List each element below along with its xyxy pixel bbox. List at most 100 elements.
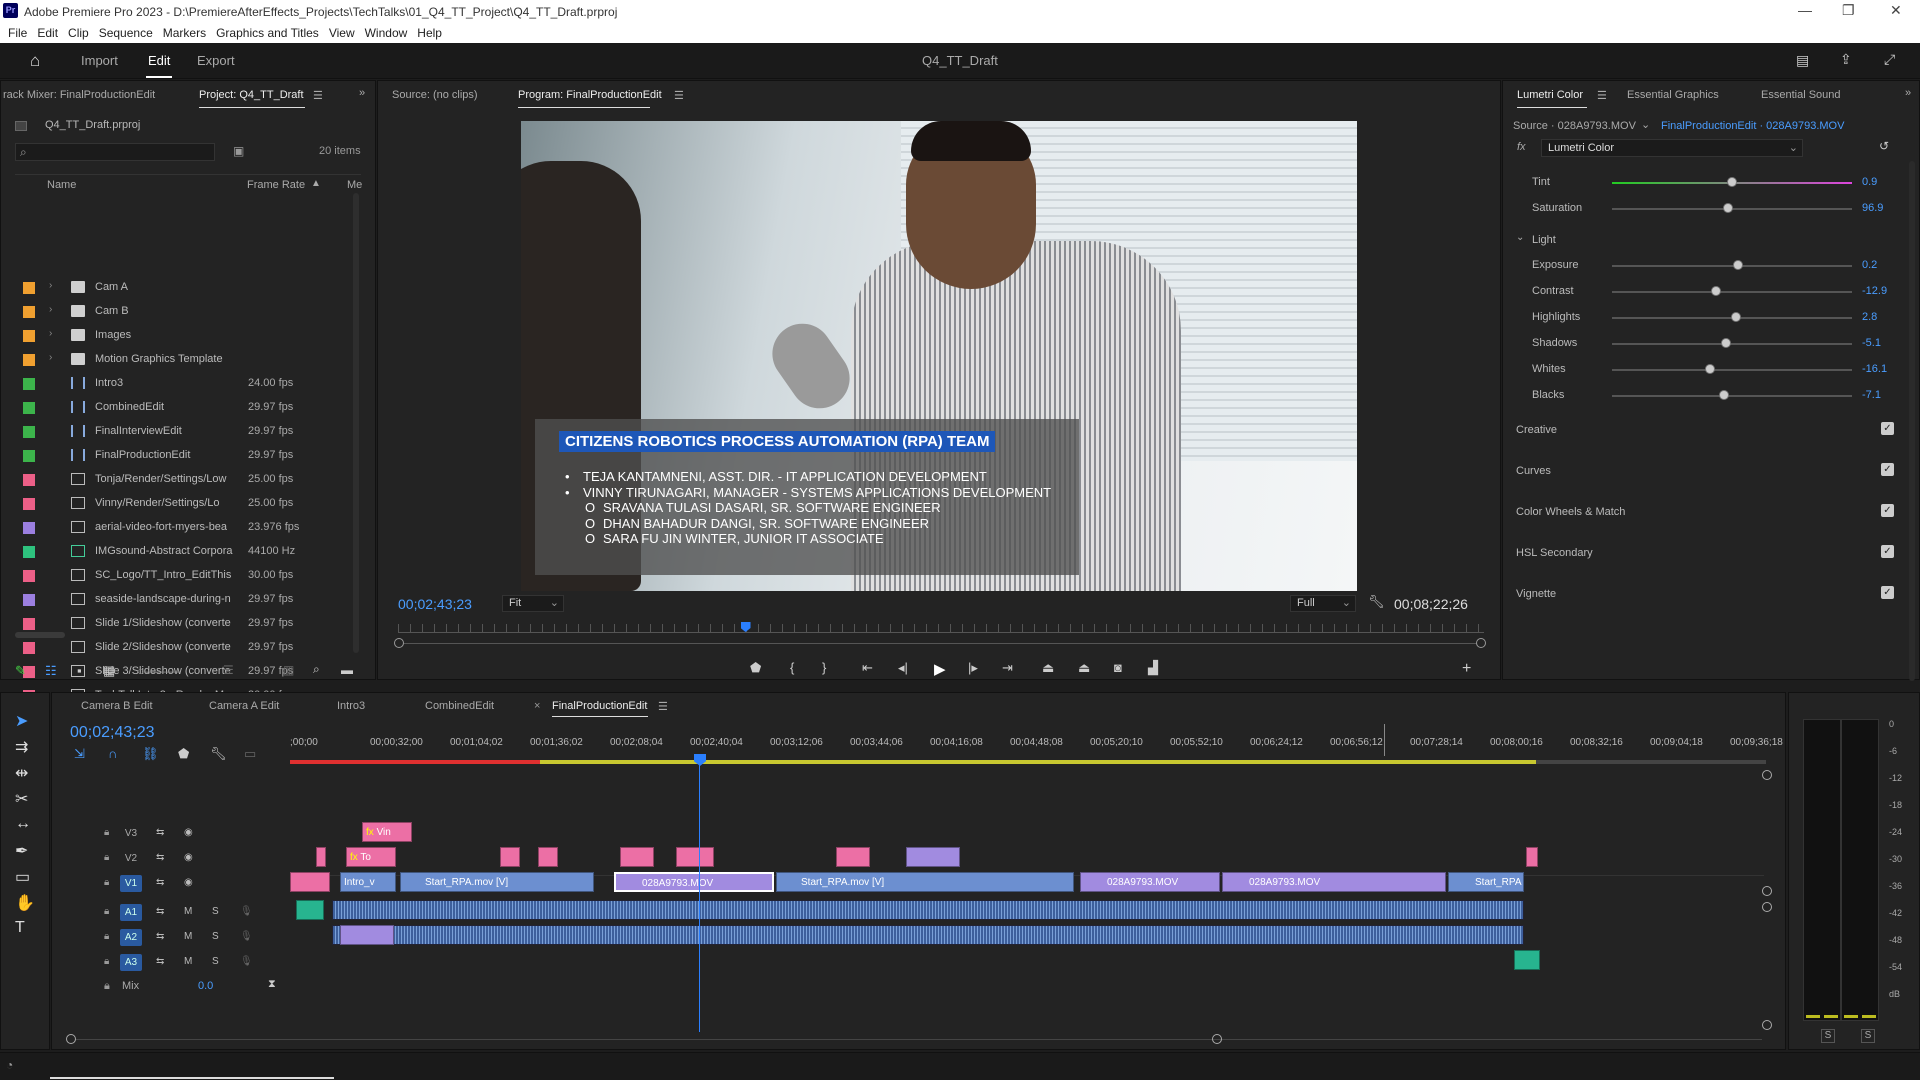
column-media[interactable]: Me <box>347 179 362 191</box>
lock-icon[interactable]: 🔒︎ <box>104 931 109 942</box>
label-color-swatch[interactable] <box>23 642 35 654</box>
zoom-scroll-start[interactable] <box>394 638 404 648</box>
slider-exposure-knob[interactable] <box>1733 260 1743 270</box>
clip-to[interactable]: fx To <box>346 847 396 867</box>
slider-contrast-knob[interactable] <box>1711 286 1722 296</box>
audio-clip-a1[interactable] <box>332 900 1524 920</box>
lumetri-source[interactable]: Source · 028A9793.MOV <box>1513 120 1636 132</box>
rectangle-tool-icon[interactable]: ▭ <box>15 867 30 887</box>
fullscreen-icon[interactable]: ⤢ <box>1884 51 1895 68</box>
eye-icon[interactable]: ◉ <box>184 852 193 863</box>
list-item[interactable]: FinalProductionEdit 29.97 fps <box>15 444 355 468</box>
panel-overflow-icon[interactable]: » <box>359 87 365 99</box>
microphone-icon[interactable]: 🎙︎ <box>240 906 253 917</box>
ripple-edit-tool-icon[interactable]: ⇹ <box>15 763 28 783</box>
new-bin-icon[interactable]: ▬ <box>341 663 353 677</box>
solo-left-button[interactable]: S <box>1821 1029 1835 1043</box>
add-marker-icon[interactable]: ⬟ <box>750 660 761 676</box>
mute-button[interactable]: M <box>184 956 192 967</box>
list-item[interactable]: › Cam B <box>15 300 355 324</box>
lock-icon[interactable]: 🔒︎ <box>104 980 110 993</box>
list-item[interactable]: Tonja/Render/Settings/Low 25.00 fps <box>15 468 355 492</box>
item-name[interactable]: Tonja/Render/Settings/Low <box>95 473 245 485</box>
mute-button[interactable]: M <box>184 931 192 942</box>
step-forward-icon[interactable]: |▸ <box>968 660 978 676</box>
item-name[interactable]: SC_Logo/TT_Intro_EditThis <box>95 569 245 581</box>
selection-tool-icon[interactable]: ➤ <box>15 711 28 731</box>
list-item[interactable]: IMGsound-Abstract Corpora 44100 Hz <box>15 540 355 564</box>
microphone-icon[interactable]: 🎙︎ <box>240 956 253 967</box>
label-color-swatch[interactable] <box>23 570 35 582</box>
audio-clip-a3[interactable] <box>1514 950 1540 970</box>
tab-audio-track-mixer[interactable]: rack Mixer: FinalProductionEdit <box>3 89 155 101</box>
menu-clip[interactable]: Clip <box>68 24 89 43</box>
close-tab-icon[interactable]: × <box>534 700 540 712</box>
go-to-in-icon[interactable]: ⇤ <box>862 660 873 676</box>
list-item[interactable]: › Motion Graphics Template <box>15 348 355 372</box>
share-icon[interactable]: ⇪ <box>1840 51 1852 68</box>
lumetri-overflow-icon[interactable]: » <box>1905 87 1911 99</box>
list-item[interactable]: seaside-landscape-during-n 29.97 fps <box>15 588 355 612</box>
track-target-v1[interactable]: V1 <box>120 875 142 892</box>
label-color-swatch[interactable] <box>23 546 35 558</box>
tab-lumetri-color[interactable]: Lumetri Color <box>1517 89 1583 101</box>
tab-intro3[interactable]: Intro3 <box>337 700 365 712</box>
slider-tint-value[interactable]: 0.9 <box>1862 176 1877 188</box>
item-name[interactable]: Images <box>95 329 245 341</box>
slider-blacks-value[interactable]: -7.1 <box>1862 389 1881 401</box>
lock-icon[interactable]: 🔒︎ <box>104 906 109 917</box>
item-name[interactable]: Cam B <box>95 305 245 317</box>
item-name[interactable]: seaside-landscape-during-n <box>95 593 245 605</box>
mute-button[interactable]: M <box>184 906 192 917</box>
lumetri-scrollbar[interactable] <box>1909 161 1915 681</box>
icon-view-icon[interactable]: ▪ <box>77 663 82 678</box>
sort-icon[interactable]: ☰ <box>223 663 234 677</box>
menu-window[interactable]: Window <box>365 24 408 43</box>
timeline-zoom-start[interactable] <box>66 1034 76 1044</box>
microphone-icon[interactable]: 🎙︎ <box>240 931 253 942</box>
slider-tint-knob[interactable] <box>1727 177 1737 187</box>
menu-help[interactable]: Help <box>417 24 442 43</box>
audio-clip-a2-intro[interactable] <box>340 925 394 945</box>
program-video-frame[interactable]: CITIZENS ROBOTICS PROCESS AUTOMATION (RP… <box>521 121 1357 591</box>
item-name[interactable]: Vinny/Render/Settings/Lo <box>95 497 245 509</box>
tab-combined-edit[interactable]: CombinedEdit <box>425 700 494 712</box>
lumetri-target[interactable]: FinalProductionEdit · 028A9793.MOV <box>1661 120 1844 132</box>
go-to-out-icon[interactable]: ⇥ <box>1002 660 1013 676</box>
quality-select[interactable]: Full ⌄ <box>1290 595 1356 612</box>
eye-icon[interactable]: ◉ <box>184 827 193 838</box>
home-icon[interactable]: ⌂ <box>30 51 40 71</box>
step-back-icon[interactable]: ◂| <box>898 660 908 676</box>
track-target-v2[interactable]: V2 <box>120 850 142 867</box>
list-item[interactable]: Intro3 24.00 fps <box>15 372 355 396</box>
pencil-icon[interactable]: ✎ <box>15 663 26 679</box>
slider-blacks-track[interactable] <box>1612 395 1852 397</box>
captions-icon[interactable]: ▭ <box>244 746 256 762</box>
label-color-swatch[interactable] <box>23 402 35 414</box>
add-marker-icon[interactable]: ⬟ <box>178 746 189 762</box>
clip-v2-b[interactable] <box>500 847 520 867</box>
monitor-time-ruler[interactable] <box>398 622 1484 634</box>
vertical-zoom-handle[interactable] <box>1762 770 1772 780</box>
slider-shadows-track[interactable] <box>1612 343 1852 345</box>
item-name[interactable]: aerial-video-fort-myers-bea <box>95 521 245 533</box>
chevron-down-icon[interactable]: ⌄ <box>1641 118 1650 131</box>
timeline-timecode[interactable]: 00;02;43;23 <box>70 724 155 742</box>
lumetri-menu-icon[interactable]: ☰ <box>1597 89 1607 102</box>
timeline-settings-icon[interactable]: 🔧︎ <box>210 746 227 762</box>
list-item[interactable]: Slide 3/Slideshow (converte 29.97 fps <box>15 660 355 684</box>
lock-icon[interactable]: 🔒︎ <box>104 877 109 888</box>
tab-program[interactable]: Program: FinalProductionEdit <box>518 89 662 101</box>
label-color-swatch[interactable] <box>23 450 35 462</box>
tab-camera-b-edit[interactable]: Camera B Edit <box>81 700 153 712</box>
automate-icon[interactable]: ▥ <box>283 663 294 677</box>
track-target-v3[interactable]: V3 <box>120 825 142 842</box>
menu-markers[interactable]: Markers <box>163 24 206 43</box>
label-color-swatch[interactable] <box>23 354 35 366</box>
slider-shadows-value[interactable]: -5.1 <box>1862 337 1881 349</box>
item-name[interactable]: CombinedEdit <box>95 401 245 413</box>
label-color-swatch[interactable] <box>23 330 35 342</box>
list-item[interactable]: › Images <box>15 324 355 348</box>
eye-icon[interactable]: ◉ <box>184 877 193 888</box>
horizontal-scrollbar[interactable] <box>15 632 65 638</box>
